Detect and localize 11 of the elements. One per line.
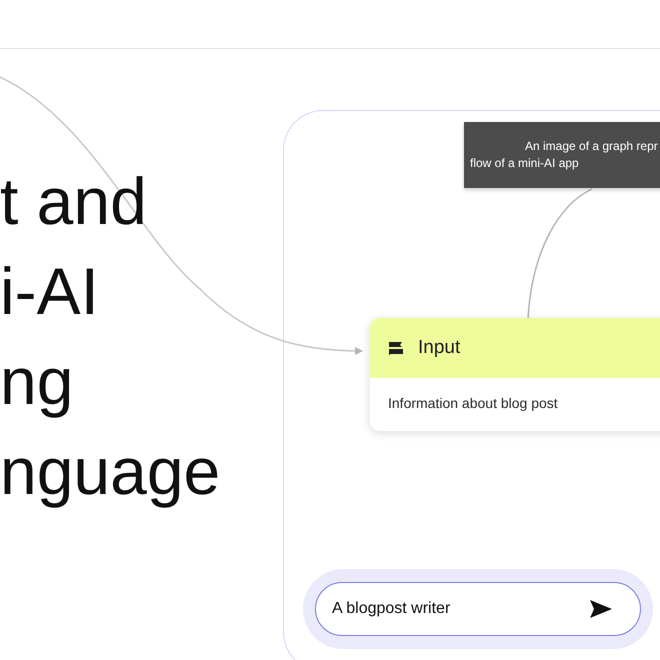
headline-text: i-AI [0,253,99,330]
node-title: Input [418,337,460,359]
send-icon[interactable] [590,600,612,618]
input-icon [388,341,404,355]
node-description: Information about blog post [387,394,559,413]
input-node[interactable]: Input Information about blog post [370,318,660,431]
prompt-field[interactable]: A blogpost writer [315,582,641,636]
tooltip: An image of a graph repr flow of a mini-AI app [464,122,660,188]
headline-text: t and [0,163,147,240]
headline-text: nguage [0,433,220,510]
headline-text: ng [0,343,74,420]
